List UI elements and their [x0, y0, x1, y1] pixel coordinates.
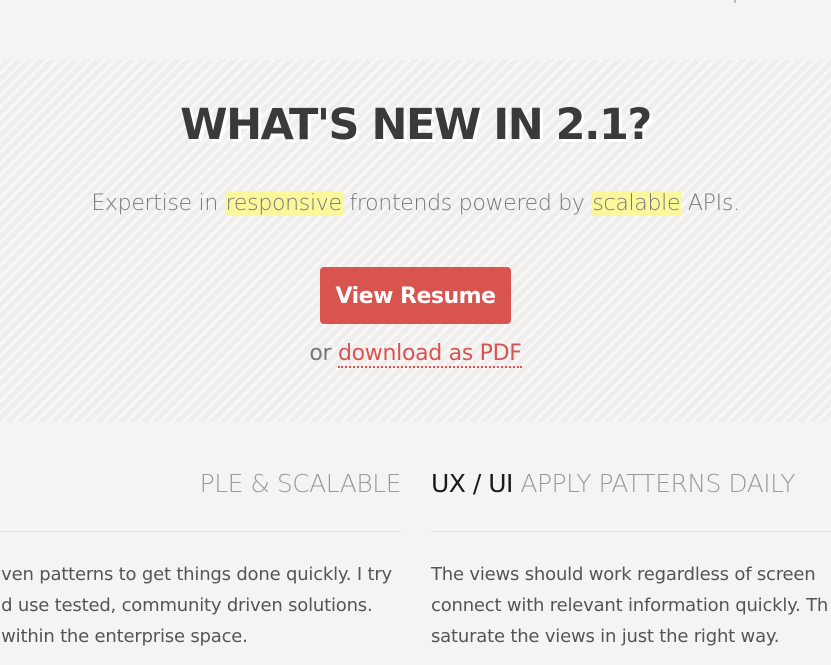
column-body-line: connect with relevant information quickl… — [431, 595, 829, 616]
column-body: ven patterns to get things done quickly.… — [1, 559, 392, 652]
column-heading-light: APPLY PATTERNS DAILY — [520, 469, 796, 498]
column-body-line: The views should work regardless of scre… — [431, 564, 816, 585]
column-body: The views should work regardless of scre… — [431, 559, 828, 652]
column-body-line: ven patterns to get things done quickly.… — [1, 564, 392, 585]
top-edge-mark — [734, 0, 736, 3]
download-pdf-link[interactable]: download as PDF — [337, 341, 522, 368]
column-body-line: d use tested, community driven solutions… — [1, 595, 373, 616]
subtitle-highlight-scalable: scalable — [591, 191, 682, 216]
page: WHAT'S NEW IN 2.1? Expertise in responsi… — [0, 0, 831, 665]
subtitle-highlight-responsive: responsive — [224, 191, 343, 216]
column-heading-light: PLE & SCALABLE — [199, 469, 402, 498]
top-strip — [0, 0, 831, 60]
feature-column-right: UX / UI APPLY PATTERNS DAILY The views s… — [431, 462, 831, 665]
subtitle-text-1: Expertise in — [91, 191, 225, 216]
subtitle-text-3: APIs. — [681, 191, 740, 216]
hero-title: WHAT'S NEW IN 2.1? — [180, 100, 652, 150]
column-divider — [0, 531, 401, 532]
column-heading-strong: UX / UI — [431, 469, 513, 498]
download-prefix: or — [309, 341, 338, 366]
hero-subtitle: Expertise in responsive frontends powere… — [0, 188, 831, 220]
column-body-line: within the enterprise space. — [1, 626, 248, 647]
feature-column-left: PLE & SCALABLE ven patterns to get thing… — [0, 462, 402, 665]
column-heading: UX / UI APPLY PATTERNS DAILY — [431, 462, 831, 506]
download-line: or download as PDF — [0, 339, 831, 369]
view-resume-button[interactable]: View Resume — [320, 267, 511, 324]
subtitle-text-2: frontends powered by — [342, 191, 592, 216]
column-heading: PLE & SCALABLE — [0, 462, 402, 506]
column-divider — [431, 531, 831, 532]
column-body-line: saturate the views in just the right way… — [431, 626, 780, 647]
